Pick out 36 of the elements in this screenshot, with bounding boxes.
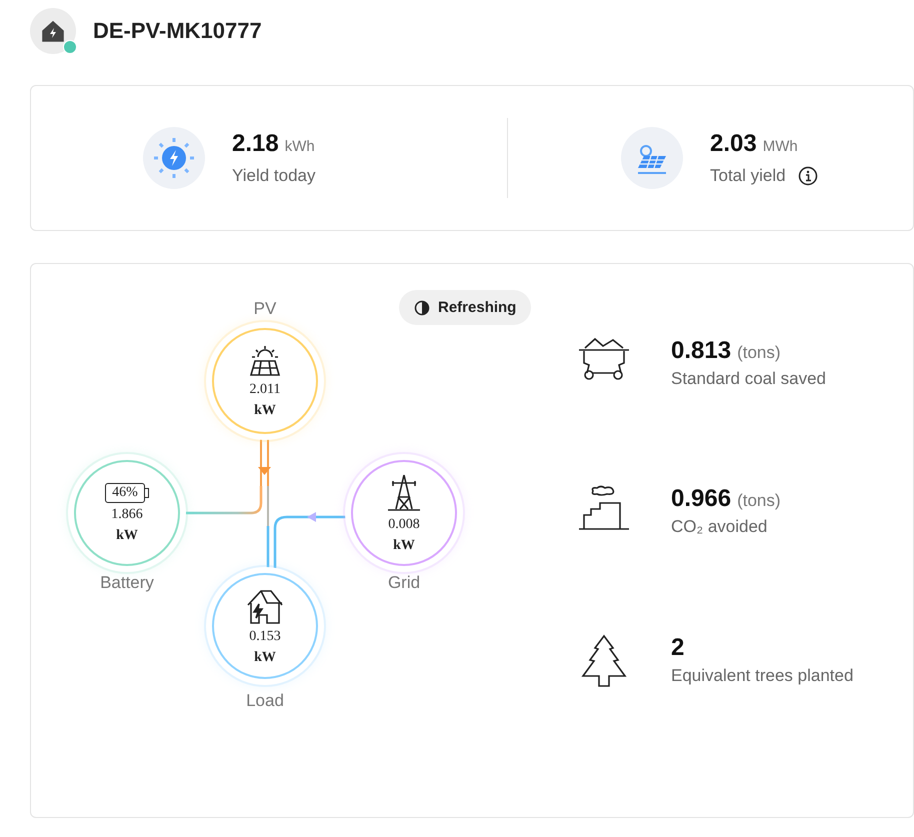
node-label: Battery	[100, 573, 154, 593]
node-value: 0.153	[249, 628, 281, 644]
info-icon[interactable]	[798, 166, 818, 186]
benefit-value: 0.966	[671, 485, 732, 514]
benefit-unit: (tons)	[737, 491, 781, 512]
yield-value: 2.03	[710, 130, 757, 158]
node-label: PV	[254, 299, 276, 319]
house-bolt-icon	[41, 20, 65, 42]
node-label: Grid	[388, 573, 420, 593]
node-unit: kW	[254, 650, 276, 666]
node-value: 1.866	[111, 506, 143, 522]
yield-unit: kWh	[284, 138, 315, 155]
node-unit: kW	[393, 538, 415, 554]
node-value: 0.008	[388, 516, 420, 532]
benefit-label: Standard coal saved	[671, 369, 826, 389]
benefit-value: 0.813	[671, 337, 732, 365]
node-unit: kW	[116, 528, 138, 544]
benefit-label: Equivalent trees planted	[671, 666, 854, 686]
benefit-value: 2	[671, 634, 684, 662]
coal-cart-icon	[577, 337, 631, 381]
benefit-unit: (tons)	[737, 343, 781, 363]
sun-bolt-icon	[142, 126, 206, 190]
solar-panel-icon	[620, 126, 684, 190]
refresh-button[interactable]: Refreshing	[399, 290, 532, 325]
node-unit: kW	[254, 402, 276, 418]
site-title: DE-PV-MK10777	[93, 18, 262, 44]
yield-label: Yield today	[232, 166, 316, 186]
flow-arrow	[258, 467, 271, 475]
node-value: 2.011	[250, 382, 280, 398]
node-label: Load	[246, 691, 284, 711]
yield-label: Total yield	[710, 166, 786, 186]
benefit-label: CO₂ avoided	[671, 517, 768, 538]
yield-unit: MWh	[762, 138, 798, 155]
flow-line	[267, 486, 269, 526]
yield-value: 2.18	[232, 130, 279, 158]
half-circle-icon	[414, 300, 430, 316]
